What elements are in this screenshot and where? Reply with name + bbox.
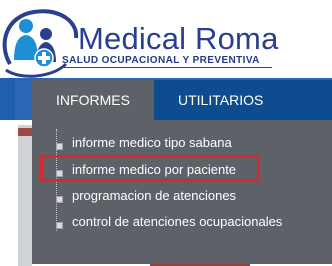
page-side-accent [18, 128, 32, 136]
tab-utilitarios[interactable]: UTILITARIOS [178, 80, 269, 120]
menu-item-informe-sabana[interactable]: informe medico tipo sabana [72, 133, 232, 153]
brand-underline [64, 67, 272, 68]
tree-node-icon [56, 196, 63, 203]
tree-node-icon [56, 222, 63, 229]
brand-subtitle: SALUD OCUPACIONAL Y PREVENTIVA [62, 55, 260, 66]
informes-dropdown-menu: informe medico tipo sabana informe medic… [32, 120, 332, 264]
brand-logo[interactable]: Medical Roma SALUD OCUPACIONAL Y PREVENT… [0, 0, 332, 80]
brand-title: Medical Roma [78, 21, 279, 56]
menu-item-control-atenciones[interactable]: control de atenciones ocupacionales [72, 212, 282, 232]
main-navbar: INFORMES UTILITARIOS [32, 80, 332, 120]
highlight-box [40, 155, 260, 182]
tab-informes[interactable]: INFORMES [32, 80, 154, 120]
page-side-strip [18, 125, 32, 266]
tree-node-icon [56, 143, 63, 150]
menu-item-programacion-atenciones[interactable]: programacion de atenciones [72, 186, 236, 206]
